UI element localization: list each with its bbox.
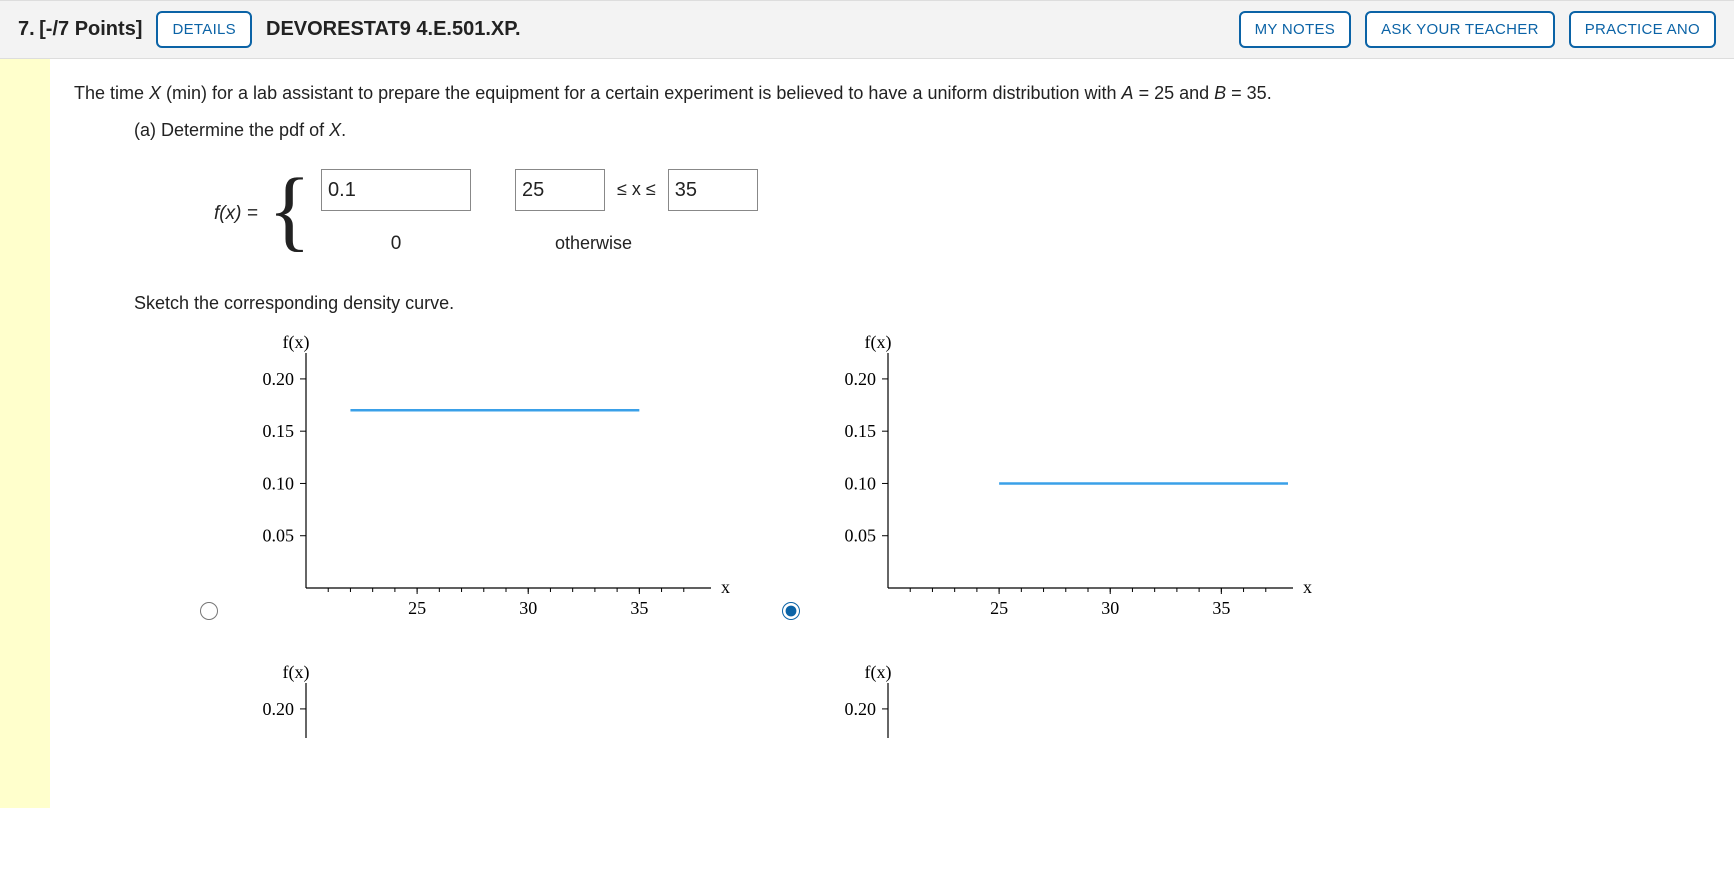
svg-text:f(x): f(x)	[283, 332, 310, 353]
details-button[interactable]: DETAILS	[156, 11, 252, 48]
density-plot-1: f(x) 0.05 0.10 0.15 0.20 25 30 35 x	[818, 328, 1318, 628]
svg-text:0.20: 0.20	[845, 699, 877, 719]
chart-radio-1[interactable]	[782, 602, 800, 620]
otherwise-label: otherwise	[555, 229, 632, 258]
lower-bound-input[interactable]: 25	[515, 169, 605, 211]
svg-text:f(x): f(x)	[865, 662, 892, 683]
svg-text:0.05: 0.05	[263, 526, 295, 546]
svg-text:0.20: 0.20	[263, 369, 295, 389]
question-header: 7. [-/7 Points] DETAILS DEVORESTAT9 4.E.…	[0, 0, 1734, 59]
chart-option-0: f(x) 0.05 0.10 0.15 0.20 25 30 35 x	[194, 328, 736, 628]
svg-text:0.10: 0.10	[845, 473, 877, 493]
fx-label: f(x) =	[214, 199, 258, 229]
svg-text:0.10: 0.10	[263, 473, 295, 493]
question-source: DEVORESTAT9 4.E.501.XP.	[266, 18, 521, 41]
svg-text:25: 25	[408, 598, 426, 618]
part-a-prompt: (a) Determine the pdf of X.	[134, 116, 1318, 145]
svg-text:0.20: 0.20	[263, 699, 295, 719]
chart-option-2: f(x) 0.20	[194, 658, 736, 738]
practice-another-button[interactable]: PRACTICE ANO	[1569, 11, 1716, 48]
ask-teacher-button[interactable]: ASK YOUR TEACHER	[1365, 11, 1555, 48]
upper-bound-input[interactable]: 35	[668, 169, 758, 211]
pdf-value-input[interactable]: 0.1	[321, 169, 471, 211]
svg-text:f(x): f(x)	[283, 662, 310, 683]
svg-text:0.15: 0.15	[263, 421, 295, 441]
svg-text:30: 30	[519, 598, 537, 618]
chart-radio-0[interactable]	[200, 602, 218, 620]
problem-statement: The time X (min) for a lab assistant to …	[74, 79, 1318, 108]
svg-text:x: x	[1303, 577, 1312, 597]
svg-text:x: x	[721, 577, 730, 597]
svg-text:0.20: 0.20	[845, 369, 877, 389]
charts-grid: f(x) 0.05 0.10 0.15 0.20 25 30 35 x f(x) 0.05 0.10 0…	[194, 328, 1318, 738]
svg-text:f(x): f(x)	[865, 332, 892, 353]
question-number: 7. [-/7 Points]	[18, 18, 142, 41]
brace-icon: {	[268, 175, 311, 247]
density-plot-3: f(x) 0.20	[818, 658, 1318, 738]
chart-option-3: f(x) 0.20	[776, 658, 1318, 738]
svg-text:30: 30	[1101, 598, 1119, 618]
pdf-case-1: 0.1 25 ≤ x ≤ 35	[321, 169, 758, 211]
svg-text:0.15: 0.15	[845, 421, 877, 441]
svg-text:25: 25	[990, 598, 1008, 618]
svg-text:35: 35	[1212, 598, 1230, 618]
pdf-zero: 0	[321, 229, 471, 259]
density-plot-0: f(x) 0.05 0.10 0.15 0.20 25 30 35 x	[236, 328, 736, 628]
svg-text:35: 35	[630, 598, 648, 618]
my-notes-button[interactable]: MY NOTES	[1239, 11, 1351, 48]
question-body: The time X (min) for a lab assistant to …	[50, 59, 1342, 808]
chart-option-1: f(x) 0.05 0.10 0.15 0.20 25 30 35 x	[776, 328, 1318, 628]
density-plot-2: f(x) 0.20	[236, 658, 736, 738]
sketch-prompt: Sketch the corresponding density curve.	[134, 289, 1318, 318]
svg-text:0.05: 0.05	[845, 526, 877, 546]
pdf-case-2: 0 otherwise	[321, 229, 758, 259]
highlight-band	[0, 59, 50, 808]
pdf-definition: f(x) = { 0.1 25 ≤ x ≤ 35 0 otherwise	[214, 169, 1318, 259]
